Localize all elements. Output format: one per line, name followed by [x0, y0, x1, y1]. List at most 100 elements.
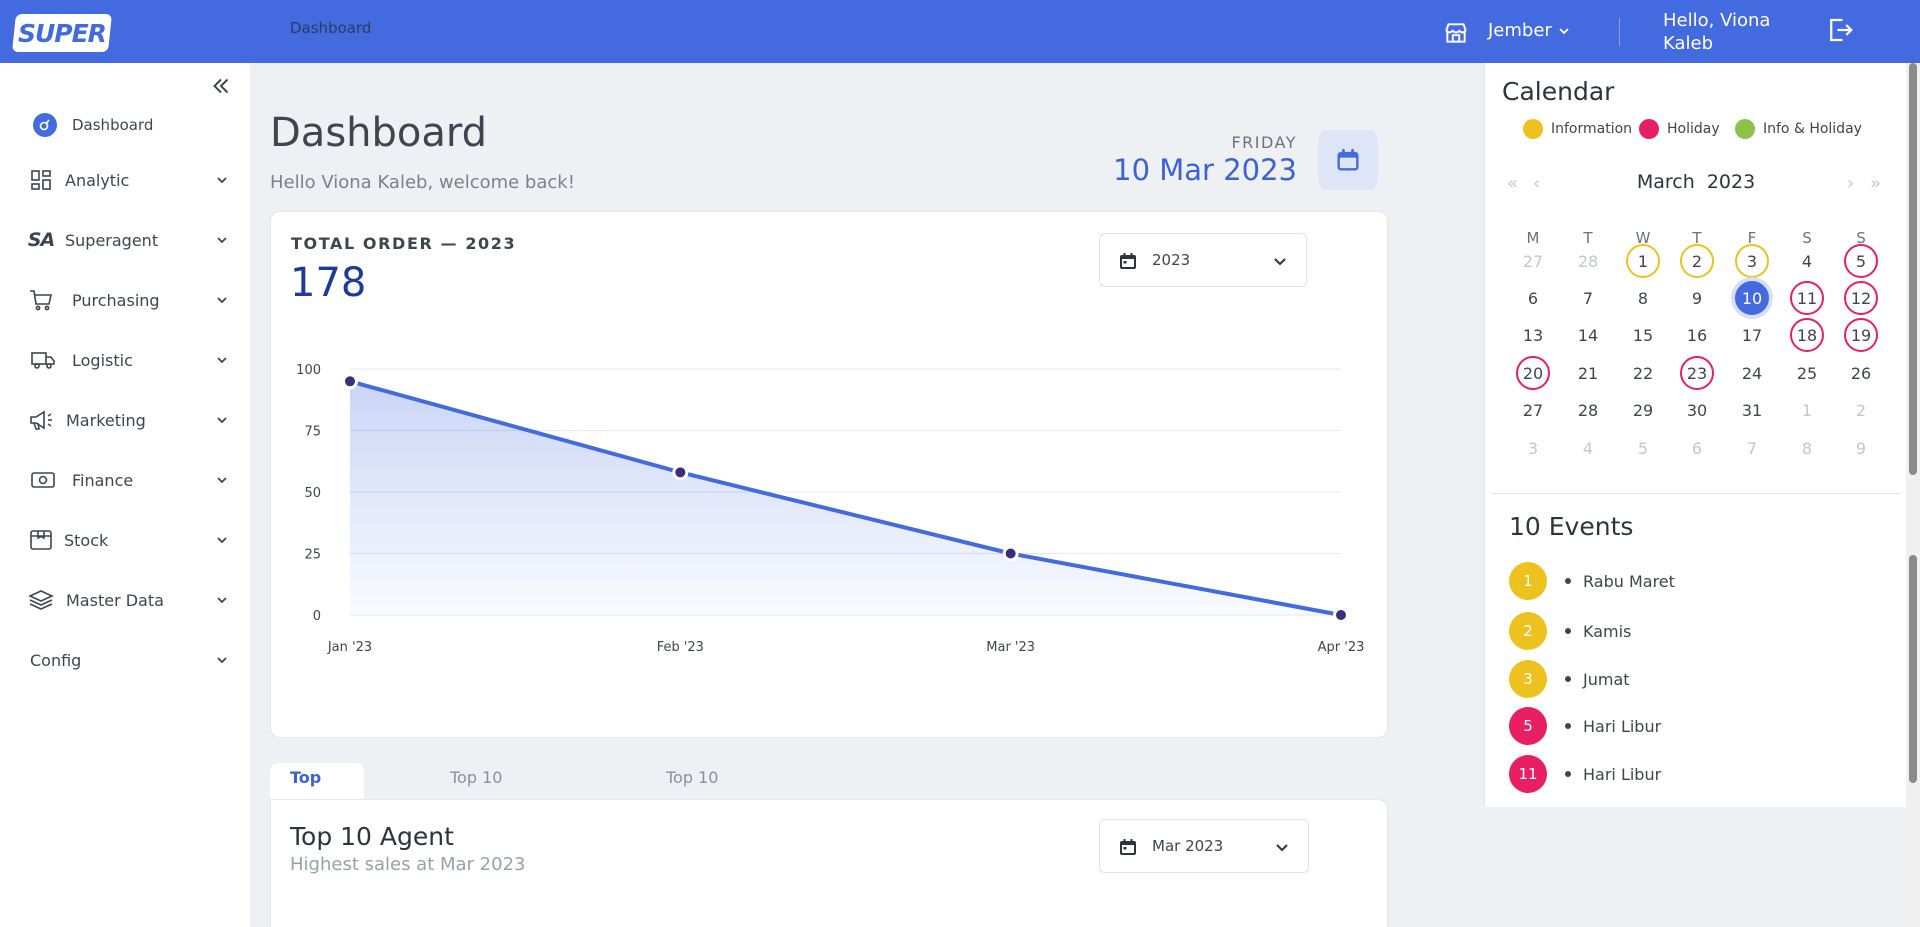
calendar-day[interactable]: 9 [1844, 431, 1878, 465]
tab-top-10-selling-products[interactable]: Top 10 Selling Products [430, 763, 539, 847]
tab-top-10-highest-profit-products[interactable]: Top 10 Highest Profit Products [646, 763, 755, 877]
calendar-button[interactable] [1318, 130, 1378, 190]
calendar-day[interactable]: 19 [1844, 318, 1878, 352]
scrollbar-thumb[interactable] [1909, 555, 1917, 783]
event-item[interactable]: 3 Jumat [1509, 660, 1630, 698]
chart-point[interactable] [672, 464, 689, 481]
chevron-down-icon [217, 237, 227, 244]
calendar-day[interactable]: 1 [1790, 393, 1824, 427]
top-agent-subtitle: Highest sales at Mar 2023 [290, 854, 526, 875]
calendar-divider [1491, 493, 1901, 494]
event-label: Hari Libur [1583, 764, 1662, 784]
chart-point[interactable] [1333, 607, 1349, 623]
collapse-sidebar-icon[interactable] [208, 73, 234, 99]
calendar-day[interactable]: 4 [1571, 431, 1605, 465]
calendar-day[interactable]: 13 [1516, 318, 1550, 352]
sidebar-item-purchasing[interactable]: Purchasing [0, 280, 250, 320]
panel-scrollbar[interactable] [1906, 63, 1920, 927]
calendar-day[interactable]: 6 [1516, 281, 1550, 315]
layers-icon [28, 587, 54, 613]
logout-icon[interactable] [1825, 15, 1855, 45]
calendar-day[interactable]: 9 [1680, 281, 1714, 315]
calendar-day[interactable]: 21 [1571, 356, 1605, 390]
sidebar-item-label: Marketing [66, 410, 146, 430]
sidebar-item-analytic[interactable]: Analytic [0, 160, 250, 200]
calendar-day[interactable]: 27 [1516, 244, 1550, 278]
calendar-day[interactable]: 12 [1844, 281, 1878, 315]
calendar-day[interactable]: 30 [1680, 393, 1714, 427]
calendar-day[interactable]: 27 [1516, 393, 1550, 427]
event-item[interactable]: 5 Hari Libur [1509, 707, 1661, 745]
calendar-day[interactable]: 8 [1626, 281, 1660, 315]
tab-top-10-agent[interactable]: Top 10 Agent [270, 763, 364, 847]
box-icon [28, 527, 54, 553]
calendar-day[interactable]: 16 [1680, 318, 1714, 352]
scrollbar-thumb[interactable] [1909, 63, 1917, 475]
chevron-down-icon [1274, 258, 1286, 266]
calendar-day[interactable]: 22 [1626, 356, 1660, 390]
chart-point[interactable] [1002, 545, 1019, 562]
chevron-down-icon [217, 417, 227, 424]
calendar-day[interactable]: 8 [1790, 431, 1824, 465]
sidebar-item-superagent[interactable]: SA Superagent [0, 220, 250, 260]
super-logo[interactable]: SUPER [12, 14, 112, 52]
event-item[interactable]: 11 Hari Libur [1509, 755, 1661, 793]
next-month-button[interactable]: › [1847, 173, 1854, 194]
calendar-day[interactable]: 20 [1516, 356, 1550, 390]
calendar-day[interactable]: 26 [1844, 356, 1878, 390]
calendar-day[interactable]: 2 [1844, 393, 1878, 427]
calendar-day[interactable]: 17 [1735, 318, 1769, 352]
sidebar-item-finance[interactable]: Finance [0, 460, 250, 500]
calendar-day[interactable]: 24 [1735, 356, 1769, 390]
calendar-day[interactable]: 7 [1735, 431, 1769, 465]
calendar-day[interactable]: 31 [1735, 393, 1769, 427]
calendar-day[interactable]: 1 [1626, 244, 1660, 278]
calendar-day[interactable]: 7 [1571, 281, 1605, 315]
sidebar-item-dashboard[interactable]: Dashboard [0, 105, 250, 145]
next-year-button[interactable]: » [1870, 173, 1881, 194]
event-item[interactable]: 2 Kamis [1509, 612, 1631, 650]
event-bullet [1565, 676, 1571, 682]
event-item[interactable]: 1 Rabu Maret [1509, 562, 1675, 600]
sidebar-item-stock[interactable]: Stock [0, 520, 250, 560]
calendar-day[interactable]: 10 [1735, 281, 1769, 315]
chevron-down-icon [217, 657, 227, 664]
sidebar-item-logistic[interactable]: Logistic [0, 340, 250, 380]
calendar-day[interactable]: 28 [1571, 244, 1605, 278]
calendar-day[interactable]: 5 [1626, 431, 1660, 465]
calendar-day[interactable]: 2 [1680, 244, 1714, 278]
calendar-day[interactable]: 28 [1571, 393, 1605, 427]
calendar-day[interactable]: 3 [1735, 244, 1769, 278]
sidebar-item-master-data[interactable]: Master Data [0, 580, 250, 620]
calendar-icon [1337, 148, 1359, 171]
x-tick-label: Mar '23 [986, 640, 1035, 655]
breadcrumb[interactable]: Dashboard [290, 19, 371, 37]
event-label: Hari Libur [1583, 716, 1662, 736]
total-order-chart: 100 75 50 25 0 Jan '23 Feb '23 Mar '23 Apr '23 [296, 363, 1365, 655]
calendar-day[interactable]: 3 [1516, 431, 1550, 465]
location-dropdown[interactable]: Jember [1488, 20, 1570, 41]
sidebar-item-label: Config [30, 650, 82, 670]
chevron-down-icon [1559, 27, 1569, 34]
sidebar-item-label: Master Data [66, 590, 164, 610]
chart-point[interactable] [342, 373, 358, 390]
calendar-day[interactable]: 23 [1680, 356, 1714, 390]
calendar-day[interactable]: 18 [1790, 318, 1824, 352]
total-order-card: TOTAL ORDER — 2023 178 2023 100 75 50 25 0 Ja… [270, 211, 1388, 738]
calendar-day[interactable]: 4 [1790, 244, 1824, 278]
calendar-day[interactable]: 25 [1790, 356, 1824, 390]
sidebar-item-config[interactable]: Config [0, 640, 250, 680]
year-select[interactable]: 2023 [1099, 233, 1307, 287]
calendar-day[interactable]: 15 [1626, 318, 1660, 352]
calendar-day[interactable]: 6 [1680, 431, 1714, 465]
event-bullet [1565, 578, 1571, 584]
calendar-day[interactable]: 11 [1790, 281, 1824, 315]
calendar-day[interactable]: 5 [1844, 244, 1878, 278]
events-title: 10 Events [1509, 512, 1634, 541]
month-select[interactable]: Mar 2023 [1099, 819, 1309, 873]
calendar-day[interactable]: 29 [1626, 393, 1660, 427]
chevron-down-icon [217, 537, 227, 544]
x-tick-label: Apr '23 [1318, 640, 1365, 655]
sidebar-item-marketing[interactable]: Marketing [0, 400, 250, 440]
calendar-day[interactable]: 14 [1571, 318, 1605, 352]
